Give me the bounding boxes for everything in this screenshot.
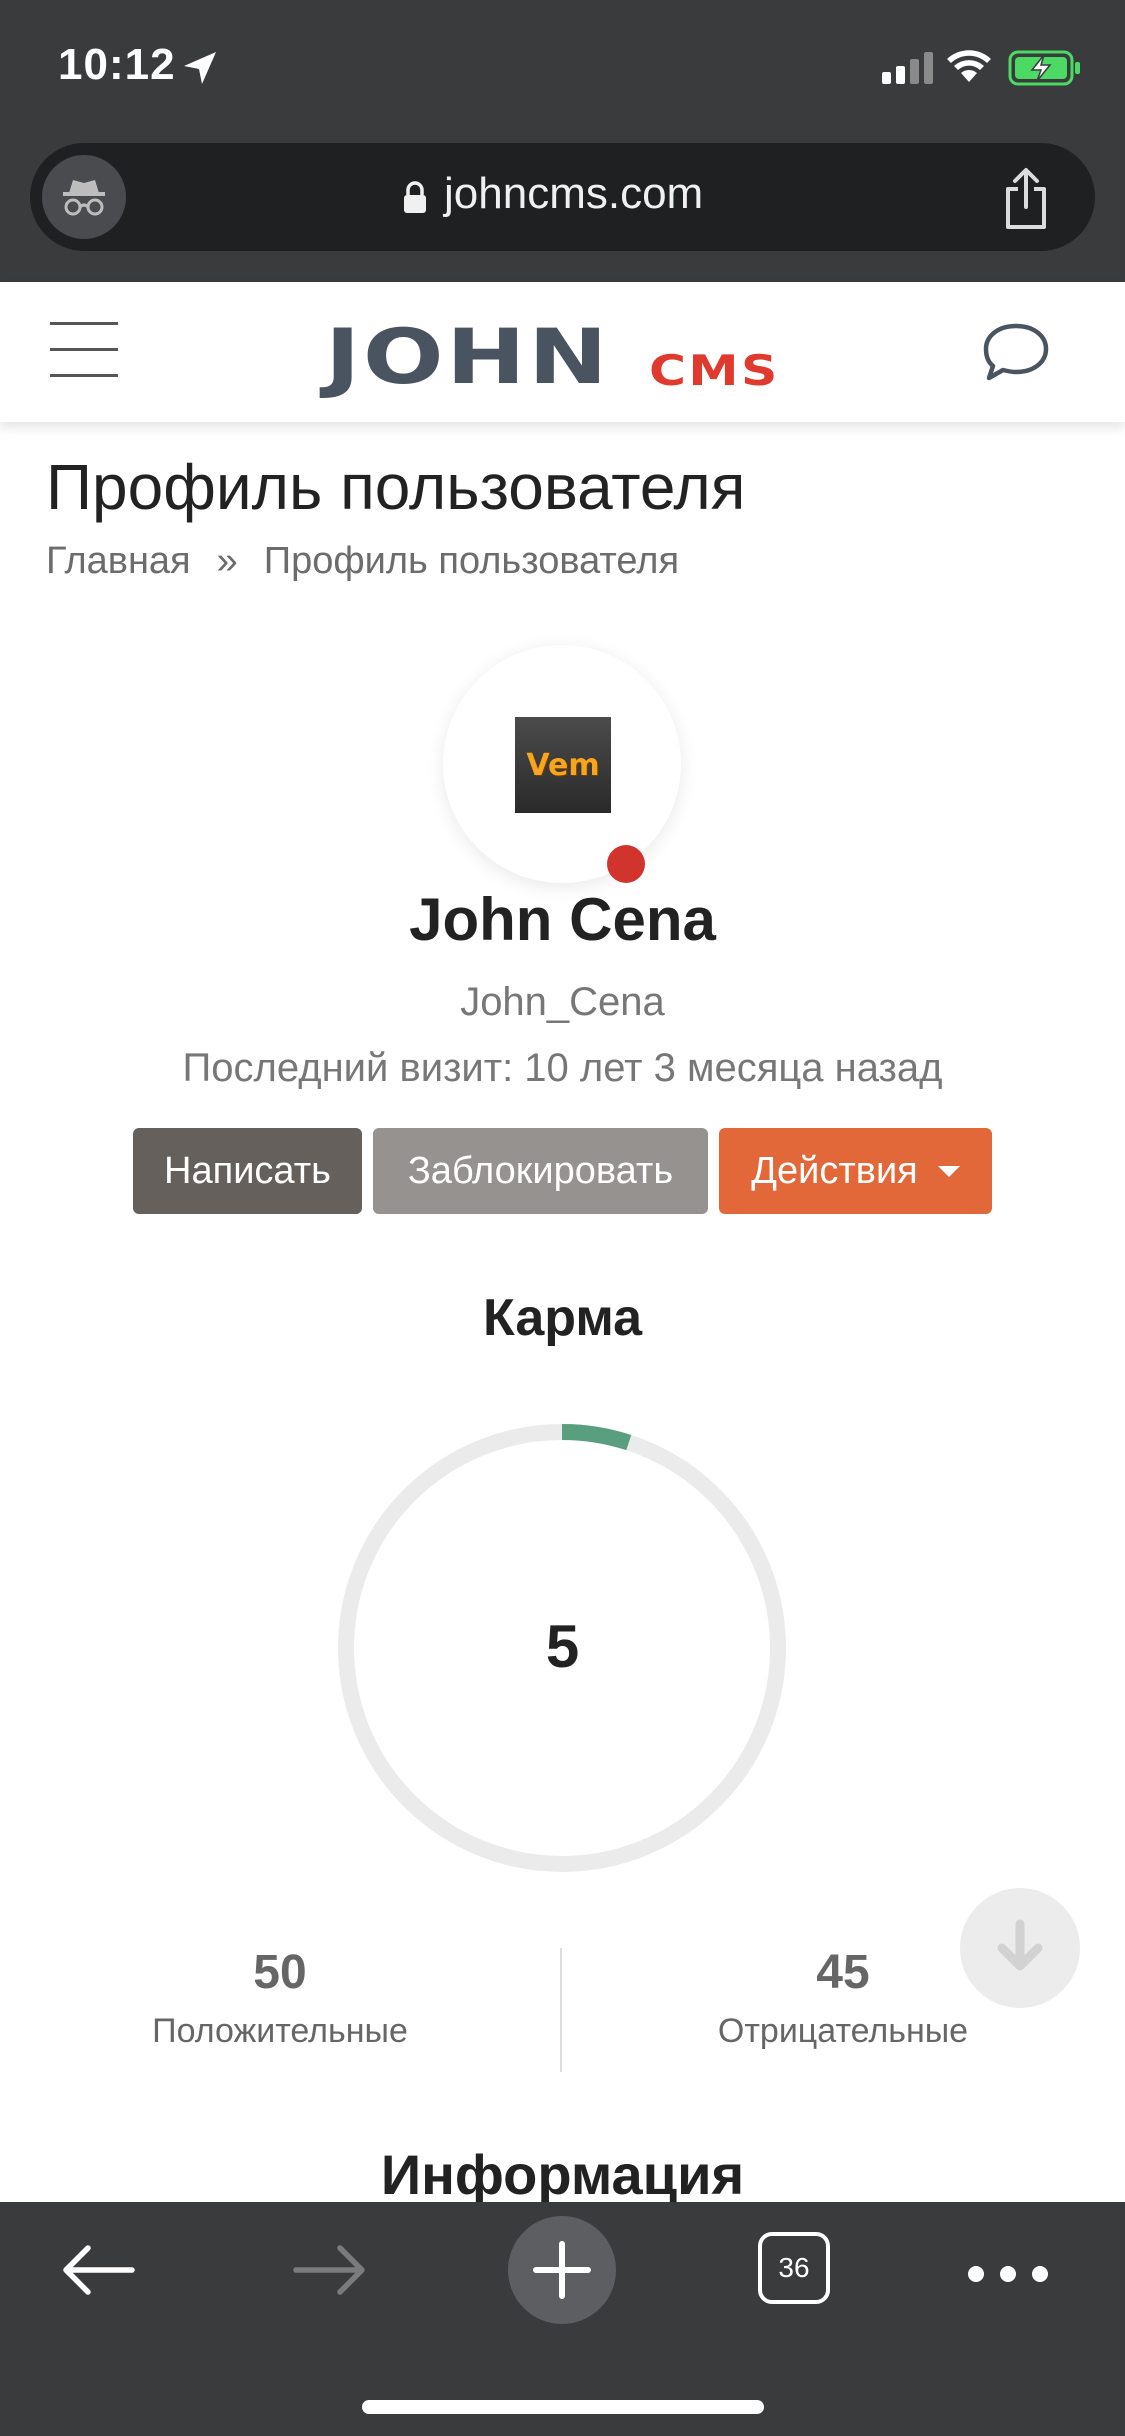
info-section-title: Информация [380,2143,745,2206]
karma-divider [560,1948,562,2072]
location-arrow-icon [184,52,216,84]
karma-positive-label: Положительные [152,2012,408,2050]
write-message-button[interactable]: Написать [133,1128,362,1214]
site-logo[interactable]: JOHN cms [325,312,777,401]
incognito-icon [63,180,105,216]
avatar-image: Vem [515,717,611,813]
tabs-count-button[interactable]: 36 [758,2232,830,2304]
site-header: JOHN cms [0,282,1125,422]
forward-arrow-icon[interactable] [290,2240,370,2300]
wifi-icon [947,50,991,82]
breadcrumb-separator: » [216,540,238,582]
breadcrumb-current: Профиль пользователя [263,540,680,582]
browser-toolbar: 36 [0,2202,1125,2436]
last-visit: Последний визит: 10 лет 3 месяца назад [182,1046,943,1090]
share-icon[interactable] [996,167,1056,231]
home-indicator [362,2400,764,2414]
lock-icon [404,181,426,213]
status-bar: 10:12 [0,0,1125,140]
browser-chrome-top: 10:12 johncms.com [0,0,1125,282]
logo-cms-text: cms [649,346,780,395]
logo-john-text: JOHN [325,312,611,401]
page-title: Профиль пользователя [46,451,746,523]
more-options-icon[interactable] [966,2262,1050,2286]
karma-positive-count: 50 [253,1946,307,1999]
chat-bubble-icon[interactable] [980,320,1052,384]
avatar-text: Vem [526,747,600,783]
menu-hamburger-icon[interactable] [50,322,118,378]
user-name: John Cena [409,886,716,953]
cellular-signal-icon [882,52,933,84]
address-bar[interactable]: johncms.com [30,143,1095,251]
scroll-down-button[interactable] [960,1888,1080,2008]
actions-dropdown-button[interactable]: Действия [719,1128,992,1214]
back-arrow-icon[interactable] [58,2240,138,2300]
karma-title: Карма [482,1289,643,1347]
karma-positive: 50 Положительные [80,1945,480,2051]
actions-label: Действия [751,1149,918,1192]
karma-value: 5 [545,1613,580,1680]
write-message-label: Написать [164,1149,331,1192]
battery-charging-icon [1008,50,1080,86]
arrow-down-icon [997,1919,1043,1971]
incognito-button[interactable] [42,155,126,239]
caret-down-icon [937,1165,960,1177]
karma-negative-label: Отрицательные [717,2012,969,2050]
block-user-button[interactable]: Заблокировать [373,1128,708,1214]
avatar[interactable]: Vem [443,645,681,883]
breadcrumb: Главная » Профиль пользователя [46,540,679,583]
status-time: 10:12 [58,40,176,89]
block-user-label: Заблокировать [407,1149,674,1192]
online-status-indicator [607,845,645,883]
plus-icon [533,2241,591,2299]
url-text[interactable]: johncms.com [444,169,703,219]
breadcrumb-home-link[interactable]: Главная [46,540,191,582]
user-login: John_Cena [460,980,665,1024]
new-tab-button[interactable] [508,2216,616,2324]
